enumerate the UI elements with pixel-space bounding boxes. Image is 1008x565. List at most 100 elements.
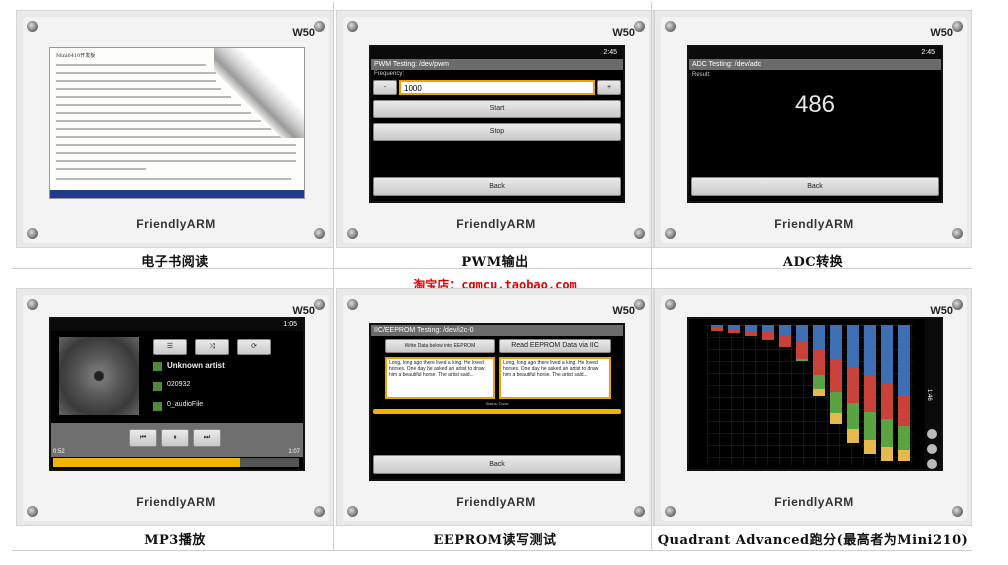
- status-bar: 2:45: [689, 47, 941, 59]
- quadrant-bar-segment-blue: [779, 325, 791, 337]
- back-icon[interactable]: [927, 444, 937, 454]
- ebook-text-line: [56, 178, 291, 180]
- screw-icon: [634, 21, 645, 32]
- adc-value: 486: [794, 91, 836, 118]
- quadrant-bar-segment-blue: [813, 325, 825, 351]
- screw-icon: [952, 21, 963, 32]
- photo-pwm: W50 2:45 PWM Testing: /dev/pwm Frequency…: [336, 10, 654, 248]
- quadrant-bar: [796, 325, 808, 362]
- photo-quadrant: W50 1:46 FriendlyARM: [654, 288, 972, 526]
- next-button[interactable]: ⏭: [193, 429, 221, 447]
- caption-mp3: MP3播放: [144, 533, 206, 548]
- quadrant-screen: 1:46: [687, 317, 943, 471]
- back-button[interactable]: Back: [373, 455, 621, 474]
- quadrant-bar-segment-green: [898, 425, 910, 450]
- quadrant-bar-segment-green: [864, 411, 876, 440]
- photo-adc: W50 2:45 ADC Testing: /dev/adc Result: 4…: [654, 10, 972, 248]
- quadrant-bar-segment-red: [898, 395, 910, 426]
- board: W50 1:46 FriendlyARM: [661, 295, 967, 521]
- screw-icon: [952, 299, 963, 310]
- quadrant-bar-segment-blue: [762, 325, 774, 332]
- board-brand: FriendlyARM: [774, 495, 854, 509]
- board-model: W50: [612, 27, 635, 39]
- track-name: 0_audioFile: [167, 401, 204, 408]
- quadrant-bar-segment-red: [864, 375, 876, 412]
- search-icon[interactable]: [927, 459, 937, 469]
- caption-eeprom: EEPROM读写测试: [433, 533, 557, 548]
- album-name: 020932: [167, 381, 191, 388]
- status-bar: 1:05: [51, 319, 303, 331]
- quadrant-bar-segment-red: [881, 383, 893, 419]
- quadrant-bar-segment-green: [847, 403, 859, 429]
- quadrant-bar-segment-red: [779, 336, 791, 348]
- increase-button[interactable]: +: [597, 80, 621, 95]
- quadrant-bar-segment-yellow: [881, 446, 893, 461]
- screw-icon: [634, 299, 645, 310]
- quadrant-bar: [762, 325, 774, 341]
- seek-track[interactable]: [53, 458, 299, 467]
- status-time: 2:45: [921, 49, 935, 56]
- start-button[interactable]: Start: [373, 100, 621, 118]
- decrease-button[interactable]: -: [373, 80, 397, 95]
- read-eeprom-button[interactable]: Read EEPROM Data via IIC: [499, 339, 611, 353]
- photo-mp3: W50 1:05 ☰ ⤨ ⟳ Unknown artist 020932 0_a…: [16, 288, 334, 526]
- frequency-label: Frequency:: [374, 71, 405, 77]
- quadrant-bar-segment-green: [813, 375, 825, 390]
- quadrant-bar-segment-blue: [881, 325, 893, 384]
- board-model: W50: [930, 27, 953, 39]
- total-time: 1:07: [288, 449, 300, 455]
- ebook-text-line: [56, 144, 296, 146]
- quadrant-bar: [711, 325, 723, 331]
- pwm-screen: 2:45 PWM Testing: /dev/pwm Frequency: - …: [369, 45, 625, 203]
- quadrant-bar: [898, 325, 910, 461]
- quadrant-bars: [707, 319, 913, 469]
- demo-grid: W50 Mini6410开发板 FriendlyARM 电子书阅读 W50 2:…: [12, 2, 972, 550]
- board-brand: FriendlyARM: [136, 495, 216, 509]
- caption-ebook: 电子书阅读: [141, 255, 209, 270]
- quadrant-bar-segment-red: [847, 367, 859, 404]
- screw-icon: [347, 21, 358, 32]
- back-button[interactable]: Back: [373, 177, 621, 196]
- quadrant-bar-segment-green: [830, 392, 842, 414]
- shuffle-button[interactable]: ⤨: [195, 339, 229, 355]
- quadrant-bar-segment-blue: [847, 325, 859, 367]
- quadrant-bar-segment-yellow: [864, 439, 876, 454]
- back-button[interactable]: Back: [691, 177, 939, 196]
- quadrant-bar-segment-green: [796, 358, 808, 362]
- repeat-button[interactable]: ⟳: [237, 339, 271, 355]
- board: W50 IIC/EEPROM Testing: /dev/i2c-0 Write…: [343, 295, 649, 521]
- quadrant-bar-segment-yellow: [847, 428, 859, 443]
- menu-icon[interactable]: [927, 429, 937, 439]
- quadrant-bar: [881, 325, 893, 461]
- track-icon: [153, 402, 162, 411]
- quadrant-bar: [830, 325, 842, 425]
- photo-ebook: W50 Mini6410开发板 FriendlyARM: [16, 10, 334, 248]
- board-brand: FriendlyARM: [136, 217, 216, 231]
- ebook-text-line: [56, 80, 216, 82]
- previous-button[interactable]: ⏮: [129, 429, 157, 447]
- quadrant-bar: [779, 325, 791, 348]
- board: W50 Mini6410开发板 FriendlyARM: [23, 17, 329, 243]
- quadrant-bar-segment-red: [745, 330, 757, 337]
- board: W50 2:45 ADC Testing: /dev/adc Result: 4…: [661, 17, 967, 243]
- caption-quadrant: Quadrant Advanced跑分(最高者为Mini210): [657, 533, 969, 548]
- read-data-textbox[interactable]: Long, long ago there lived a king. He lo…: [499, 357, 611, 399]
- board-brand: FriendlyARM: [774, 217, 854, 231]
- playlist-button[interactable]: ☰: [153, 339, 187, 355]
- write-data-textbox[interactable]: Long, long ago there lived a king. He lo…: [385, 357, 495, 399]
- quadrant-bar-segment-red: [813, 350, 825, 376]
- board-model: W50: [930, 305, 953, 317]
- quadrant-bar-segment-yellow: [898, 449, 910, 461]
- frequency-input[interactable]: 1000: [399, 80, 595, 95]
- stop-button[interactable]: Stop: [373, 123, 621, 141]
- ebook-text-line: [56, 64, 206, 66]
- page-curl[interactable]: [214, 48, 304, 138]
- ebook-title: Mini6410开发板: [56, 53, 96, 59]
- ebook-status-bar: [50, 190, 304, 198]
- write-eeprom-button[interactable]: Write Data below into EEPROM: [385, 339, 495, 353]
- screw-icon: [314, 299, 325, 310]
- quadrant-bar-segment-yellow: [813, 389, 825, 397]
- status-bar: 2:45: [371, 47, 623, 59]
- board: W50 2:45 PWM Testing: /dev/pwm Frequency…: [343, 17, 649, 243]
- pause-button[interactable]: ⏸: [161, 429, 189, 447]
